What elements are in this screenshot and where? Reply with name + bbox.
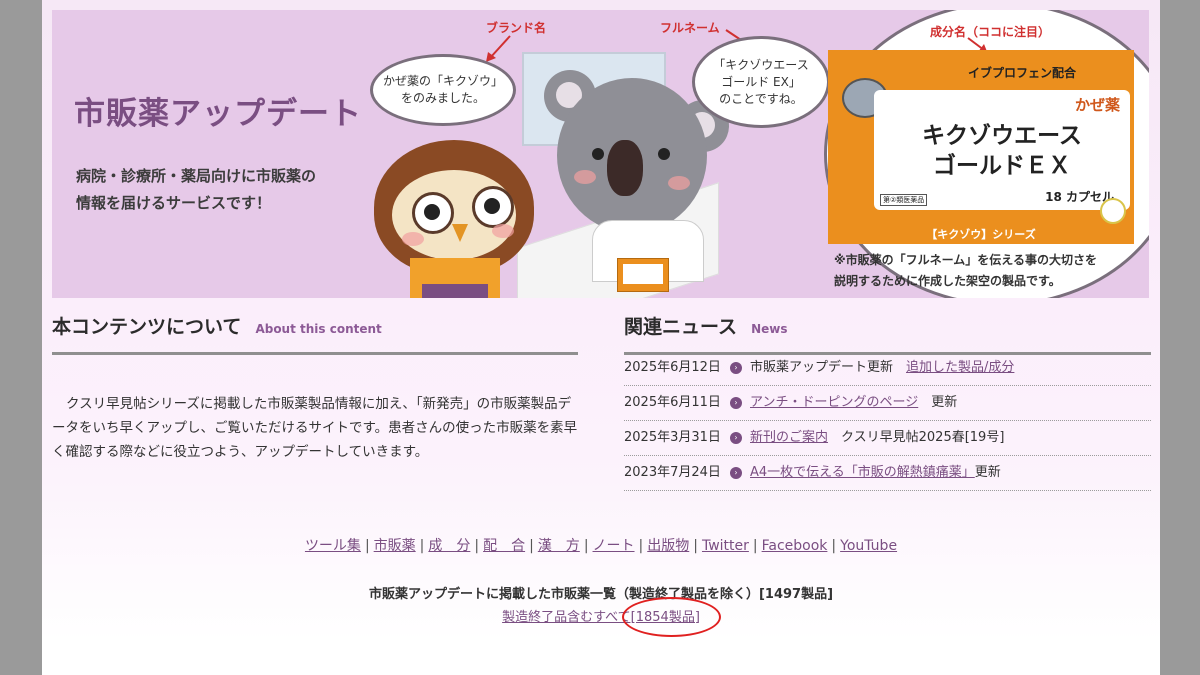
news-link-anti-doping[interactable]: アンチ・ドーピングのページ [750,395,918,410]
news-section-header: 関連ニュース News [624,312,1151,355]
product-class: 第②類医薬品 [880,194,928,206]
koala-speech-bubble: 「キクゾウエース ゴールド EX」 のことですね。 [692,36,830,128]
news-text: クスリ早見帖2025春[19号] [828,430,1005,445]
news-body: 新刊のご案内 クスリ早見帖2025春[19号] [750,421,1004,455]
about-section-header: 本コンテンツについて About this content [52,312,578,355]
arrow-bullet-icon: › [730,432,742,444]
news-date: 2025年6月12日 [624,360,721,375]
nav-link-ingredients[interactable]: 成 分 [428,538,470,554]
owl-cheek [402,232,424,246]
koala-speech-line2: ゴールド EX」 [721,74,801,89]
news-item: 2025年3月31日 › 新刊のご案内 クスリ早見帖2025春[19号] [624,421,1151,456]
owl-beak [452,224,468,242]
nav-link-tools[interactable]: ツール集 [305,538,361,554]
highlight-circle-annotation [622,597,721,637]
separator: | [831,538,837,554]
koala-speech-line3: のことですね。 [719,91,803,106]
arrow-bullet-icon: › [730,467,742,479]
news-link-added-products[interactable]: 追加した製品/成分 [906,360,1014,375]
disclaimer-line2: 説明するために作成した架空の製品です。 [834,274,1061,288]
news-date: 2025年6月11日 [624,395,721,410]
mini-medicine-box [617,258,669,292]
about-title-en: About this content [255,322,382,336]
owl-speech-line1: かぜ薬の「キクゾウ」 [382,74,503,88]
news-text: 更新 [974,465,1001,480]
nav-link-publications[interactable]: 出版物 [647,538,689,554]
news-date: 2023年7月24日 [624,465,721,480]
product-series: 【キクゾウ】シリーズ [926,228,1036,241]
news-item: 2025年6月12日 › 市販薬アップデート更新 追加した製品/成分 [624,351,1151,386]
disclaimer-line1: ※市販薬の「フルネーム」を伝える事の大切さを [834,253,1097,267]
news-link-a4-analgesics[interactable]: A4一枚で伝える「市販の解熱鎮痛薬」 [750,465,975,480]
separator: | [419,538,425,554]
nav-link-formulation[interactable]: 配 合 [483,538,525,554]
product-name-line2: ゴールドＥＸ [933,153,1071,179]
owl-eye-icon [472,186,514,228]
news-title-en: News [751,322,788,336]
about-text: クスリ早見帖シリーズに掲載した市販薬製品情報に加え、「新発売」の市販薬製品データ… [52,396,578,460]
news-link-new-book[interactable]: 新刊のご案内 [750,430,828,445]
koala-speech-line1: 「キクゾウエース [713,57,809,72]
product-disclaimer: ※市販薬の「フルネーム」を伝える事の大切さを 説明するために作成した架空の製品で… [834,250,1097,292]
owl-speech-line2: をのみました。 [400,91,485,105]
banner-title: 市販薬アップデート [74,96,362,132]
owl-speech-bubble: かぜ薬の「キクゾウ」 をのみました。 [370,54,516,126]
news-body: A4一枚で伝える「市販の解熱鎮痛薬」更新 [750,456,1001,490]
arrow-bullet-icon: › [730,397,742,409]
product-list-title: 市販薬アップデートに掲載した市販薬一覧（製造終了製品を除く）[1497製品] [368,587,834,602]
separator: | [638,538,644,554]
hero-banner: 市販薬アップデート 病院・診療所・薬局向けに市販薬の 情報を届けるサービスです！… [52,10,1149,298]
banner-subtitle-line1: 病院・診療所・薬局向けに市販薬の [76,167,317,185]
product-ingredient: イブプロフェン配合 [968,66,1077,80]
product-name-line1: キクゾウエース [922,123,1082,149]
nav-link-otc[interactable]: 市販薬 [374,538,416,554]
owl-cheek [492,224,514,238]
owl-eye-icon [412,192,454,234]
product-category: かぜ薬 [1074,96,1120,114]
nav-link-youtube[interactable]: YouTube [840,538,897,554]
news-body: アンチ・ドーピングのページ 更新 [750,386,957,420]
nav-link-kampo[interactable]: 漢 方 [538,538,580,554]
separator: | [693,538,698,554]
page: 市販薬アップデート 病院・診療所・薬局向けに市販薬の 情報を届けるサービスです！… [42,0,1160,675]
news-text: 更新 [918,395,958,410]
footer-nav: ツール集 | 市販薬 | 成 分 | 配 合 | 漢 方 | ノート | 出版物 | Twitter | Fac… [42,535,1160,555]
label-full-name: フルネーム [660,21,720,35]
nav-link-facebook[interactable]: Facebook [762,538,828,554]
arrow-bullet-icon: › [730,362,742,374]
news-item: 2025年6月11日 › アンチ・ドーピングのページ 更新 [624,386,1151,421]
about-title: 本コンテンツについて [52,316,242,338]
product-label-panel: かぜ薬 キクゾウエース ゴールドＥＸ 第②類医薬品 18 カプセル [874,90,1130,210]
news-date: 2025年3月31日 [624,430,721,445]
product-package: イブプロフェン配合 かぜ薬 キクゾウエース ゴールドＥＸ 第②類医薬品 18 カ… [828,50,1134,244]
separator: | [752,538,758,554]
koala-cheek [574,170,596,184]
separator: | [474,538,480,554]
product-list-all-row: 製造終了品含むすべて[1854製品] [42,606,1160,625]
nav-link-twitter[interactable]: Twitter [702,538,749,554]
separator: | [364,538,370,554]
koala-cheek [668,176,690,190]
koala-eye-icon [658,148,670,160]
separator: | [583,538,589,554]
banner-subtitle-line2: 情報を届けるサービスです！ [76,194,272,212]
koala-eye-icon [592,148,604,160]
arrow-icon [486,35,511,62]
nav-link-notes[interactable]: ノート [593,538,635,554]
koala-nose [607,140,643,196]
news-body: 市販薬アップデート更新 追加した製品/成分 [750,351,1014,385]
news-title: 関連ニュース [624,316,738,338]
separator: | [529,538,534,554]
capsule-icon [1100,198,1126,224]
news-text: 市販薬アップデート更新 [750,360,907,375]
news-item: 2023年7月24日 › A4一枚で伝える「市販の解熱鎮痛薬」更新 [624,456,1151,491]
owl-pants [422,284,488,298]
